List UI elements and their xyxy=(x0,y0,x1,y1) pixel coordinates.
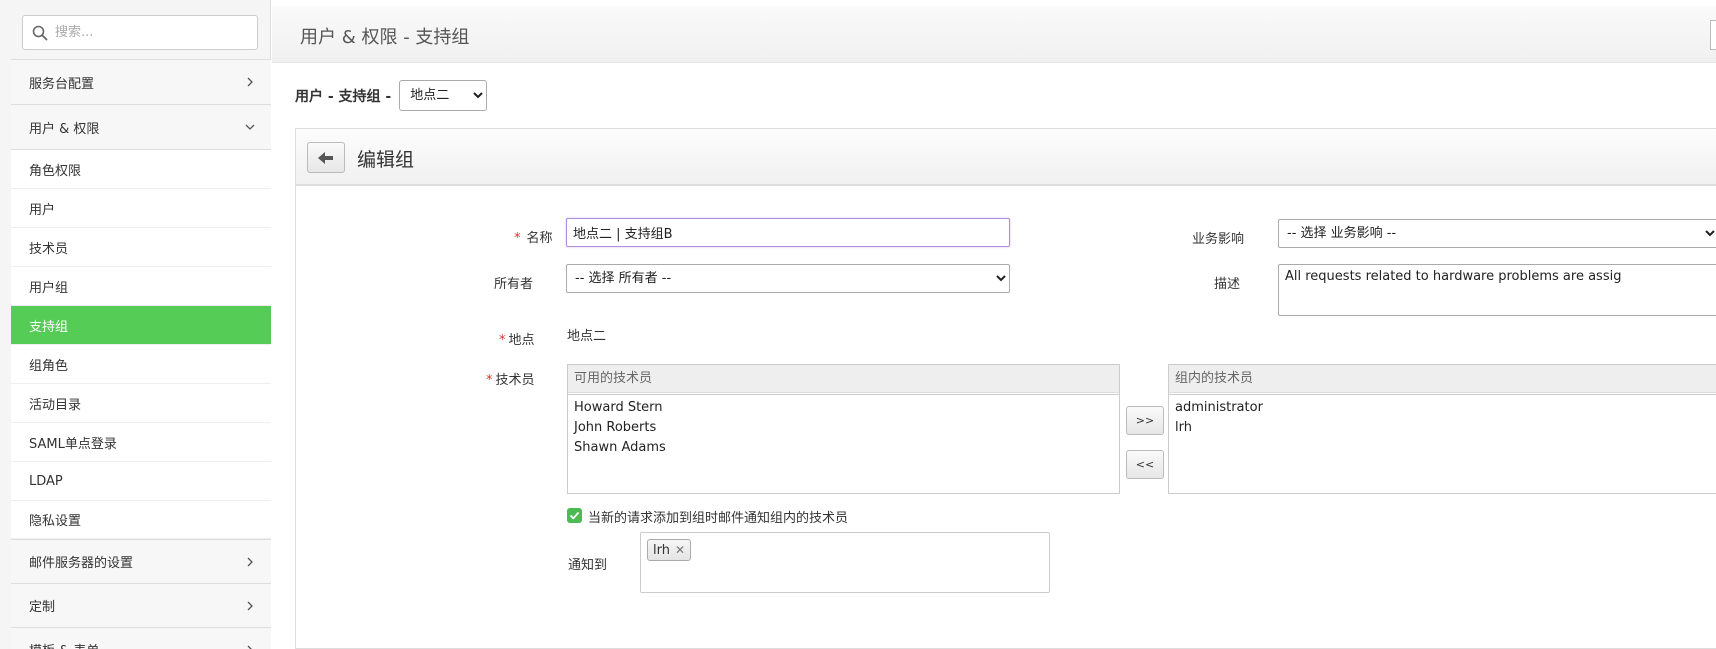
sidebar-item-label: 用户 xyxy=(29,202,56,218)
available-technicians-header: 可用的技术员 xyxy=(568,365,1119,393)
move-right-button[interactable]: >> xyxy=(1126,406,1164,435)
notify-checkbox-label: 当新的请求添加到组时邮件通知组内的技术员 xyxy=(588,511,849,526)
sidebar-group-label: 用户 & 权限 xyxy=(29,121,100,137)
app-window: 服务台配置 用户 & 权限 角色权限 用户 技术员 用户组 支持组 组角色 活动… xyxy=(0,0,1716,649)
sidebar-item-label: 支持组 xyxy=(29,319,69,335)
sidebar-group-label: 定制 xyxy=(29,600,56,615)
name-input[interactable] xyxy=(566,218,1010,247)
search-input[interactable] xyxy=(55,16,253,49)
sidebar-item-privacy[interactable]: 隐私设置 xyxy=(11,501,271,539)
group-technicians-header: 组内的技术员 xyxy=(1169,365,1716,393)
sidebar-item-role-permissions[interactable]: 角色权限 xyxy=(11,150,271,189)
sidebar-item-label: SAML单点登录 xyxy=(29,436,117,452)
group-filter-label: 用户 - 支持组 - xyxy=(295,88,392,105)
remove-tag-icon[interactable]: ✕ xyxy=(675,543,685,557)
sidebar-item-active-directory[interactable]: 活动目录 xyxy=(11,384,271,423)
technicians-label-wrap: * 技术员 xyxy=(486,369,535,388)
sidebar-group-label: 邮件服务器的设置 xyxy=(29,556,134,571)
sidebar-submenu: 角色权限 用户 技术员 用户组 支持组 组角色 活动目录 SAML单点登录 LD… xyxy=(11,149,271,539)
list-item[interactable]: lrh xyxy=(1175,418,1712,438)
edit-group-panel: 编辑组 * 名称 所有者 -- 选择 所有者 -- 业务影响 -- 选择 业务影响… xyxy=(295,128,1716,649)
sidebar-item-label: 用户组 xyxy=(29,280,69,296)
panel-header: 编辑组 xyxy=(296,129,1716,186)
list-item[interactable]: Shawn Adams xyxy=(574,438,1113,458)
available-technicians-body: Howard Stern John Roberts Shawn Adams xyxy=(568,394,1119,495)
sidebar-group-label: 服务台配置 xyxy=(29,76,95,92)
site-value: 地点二 xyxy=(567,329,607,344)
page-header: 用户 & 权限 - 支持组 xyxy=(272,6,1716,63)
notify-to-label: 通知到 xyxy=(568,558,608,573)
sidebar-group-customize[interactable]: 定制 xyxy=(11,583,271,627)
checkmark-icon xyxy=(569,511,580,520)
required-marker: * xyxy=(486,373,493,388)
sidebar-item-label: 角色权限 xyxy=(29,163,82,179)
chevron-right-icon xyxy=(247,645,253,649)
description-textarea[interactable]: All requests related to hardware problem… xyxy=(1278,264,1716,316)
sidebar-nav: 服务台配置 用户 & 权限 角色权限 用户 技术员 用户组 支持组 组角色 活动… xyxy=(11,59,271,649)
technicians-label: 技术员 xyxy=(495,373,535,388)
list-item[interactable]: Howard Stern xyxy=(574,398,1113,418)
name-label: 名称 xyxy=(526,231,553,246)
sidebar-group-mail-server[interactable]: 邮件服务器的设置 xyxy=(11,539,271,583)
sidebar-group-templates[interactable]: 模板 & 表单 xyxy=(11,627,271,649)
main-content: 用户 & 权限 - 支持组 用户 - 支持组 - 地点二 编辑组 * 名称 地点… xyxy=(272,0,1716,649)
group-technicians-body: administrator lrh xyxy=(1169,394,1716,495)
impact-select[interactable]: -- 选择 业务影响 -- xyxy=(1278,219,1716,248)
group-filter-row: 用户 - 支持组 - 地点二 xyxy=(295,80,488,111)
required-marker: * xyxy=(514,231,521,246)
group-technicians-list[interactable]: 组内的技术员 administrator lrh xyxy=(1168,364,1716,494)
name-label-wrap: * 名称 xyxy=(514,227,553,246)
impact-label: 业务影响 xyxy=(1192,232,1245,247)
site-label-wrap: * 地点 xyxy=(499,329,535,348)
back-button[interactable] xyxy=(307,142,345,173)
sidebar-item-label: LDAP xyxy=(29,473,63,489)
sidebar-item-label: 组角色 xyxy=(29,358,69,374)
chevron-down-icon xyxy=(245,124,255,130)
available-technicians-list[interactable]: 可用的技术员 Howard Stern John Roberts Shawn A… xyxy=(567,364,1120,494)
sidebar: 服务台配置 用户 & 权限 角色权限 用户 技术员 用户组 支持组 组角色 活动… xyxy=(0,0,271,649)
sidebar-item-saml[interactable]: SAML单点登录 xyxy=(11,423,271,462)
sidebar-item-support-groups[interactable]: 支持组 xyxy=(11,306,271,345)
owner-label: 所有者 xyxy=(494,277,534,292)
sidebar-item-label: 技术员 xyxy=(29,241,69,257)
header-action-button[interactable] xyxy=(1710,20,1716,50)
sidebar-item-technicians[interactable]: 技术员 xyxy=(11,228,271,267)
sidebar-item-users[interactable]: 用户 xyxy=(11,189,271,228)
owner-select[interactable]: -- 选择 所有者 -- xyxy=(566,264,1010,293)
search-icon xyxy=(32,25,48,41)
sidebar-group-label: 模板 & 表单 xyxy=(29,640,99,649)
chevron-right-icon xyxy=(247,601,253,610)
sidebar-item-group-roles[interactable]: 组角色 xyxy=(11,345,271,384)
site-select[interactable]: 地点二 xyxy=(399,80,488,111)
description-label: 描述 xyxy=(1214,277,1241,292)
notify-tag-label: lrh xyxy=(653,542,670,558)
panel-title: 编辑组 xyxy=(357,149,415,171)
sidebar-search[interactable] xyxy=(22,15,258,50)
list-item[interactable]: John Roberts xyxy=(574,418,1113,438)
list-item[interactable]: administrator xyxy=(1175,398,1712,418)
arrow-left-icon xyxy=(318,151,333,164)
chevron-right-icon xyxy=(247,557,253,566)
notify-checkbox[interactable] xyxy=(567,508,582,523)
move-left-button[interactable]: << xyxy=(1126,450,1164,479)
sidebar-group-service-desk[interactable]: 服务台配置 xyxy=(11,59,271,104)
page-title: 用户 & 权限 - 支持组 xyxy=(300,27,470,48)
chevron-right-icon xyxy=(247,77,253,87)
notify-to-field[interactable]: lrh ✕ xyxy=(640,532,1050,593)
sidebar-item-label: 活动目录 xyxy=(29,397,82,413)
sidebar-item-user-groups[interactable]: 用户组 xyxy=(11,267,271,306)
sidebar-group-users-permissions[interactable]: 用户 & 权限 xyxy=(11,104,271,149)
required-marker: * xyxy=(499,333,506,348)
sidebar-item-label: 隐私设置 xyxy=(29,514,82,529)
site-label: 地点 xyxy=(508,333,535,348)
notify-tag: lrh ✕ xyxy=(647,539,692,561)
sidebar-item-ldap[interactable]: LDAP xyxy=(11,462,271,501)
